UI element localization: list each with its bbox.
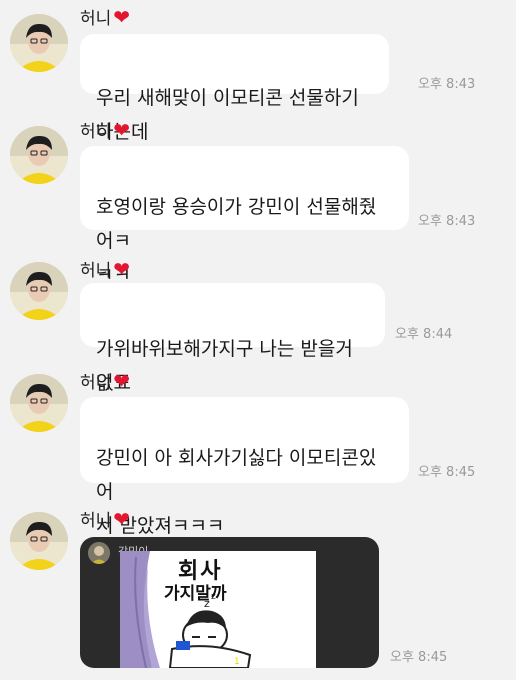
avatar-image (10, 262, 68, 320)
sender-name-text: 허니 (80, 9, 112, 29)
heart-icon: ❤ (113, 117, 131, 142)
sender-name: 허니 ❤ (80, 4, 131, 30)
message-time: 오후 8:43 (418, 77, 476, 92)
sticker-illustration: z z (120, 551, 316, 668)
sender-name-text: 허니 (80, 122, 112, 142)
heart-icon: ❤ (113, 506, 131, 531)
avatar-image (10, 374, 68, 432)
sender-name: 허니 ❤ (80, 368, 131, 394)
message-text: 우리 새해맞이 이모티콘 선물하기하는데 (96, 87, 359, 143)
sender-avatar[interactable] (10, 374, 68, 432)
message-text: 강민이 아 회사가기싫다 이모티콘있어 서 받았져ㅋㅋㅋ (96, 447, 377, 537)
sender-avatar[interactable] (10, 126, 68, 184)
message-time: 오후 8:43 (418, 214, 476, 229)
message-bubble[interactable]: 우리 새해맞이 이모티콘 선물하기하는데 (80, 34, 389, 143)
message-time: 오후 8:45 (390, 650, 448, 665)
sender-name-text: 허니 (80, 373, 112, 393)
sender-name-text: 허니 (80, 261, 112, 281)
page-indicator: 1 (234, 657, 240, 667)
sender-avatar[interactable] (10, 512, 68, 570)
message-text: 가위바위보해가지구 나는 받을거없됴 (96, 338, 353, 394)
sender-name: 허니 ❤ (80, 256, 131, 282)
avatar-image (10, 126, 68, 184)
sender-name: 허니 ❤ (80, 506, 131, 532)
message-bubble[interactable]: 강민이 아 회사가기싫다 이모티콘있어 서 받았져ㅋㅋㅋ (80, 397, 409, 537)
heart-icon: ❤ (113, 4, 131, 29)
emoticon-message[interactable]: 강민이 z z 회사 가지말까 1 (80, 537, 379, 668)
sender-avatar[interactable] (10, 262, 68, 320)
sender-name-text: 허니 (80, 511, 112, 531)
sender-avatar[interactable] (10, 14, 68, 72)
message-bubble[interactable]: 가위바위보해가지구 나는 받을거없됴 (80, 283, 385, 394)
sender-name: 허니 ❤ (80, 117, 131, 143)
heart-icon: ❤ (113, 256, 131, 281)
avatar-image (10, 14, 68, 72)
message-time: 오후 8:45 (418, 465, 476, 480)
message-text: 호영이랑 용승이가 강민이 선물해줬어ㅋ ㅋㅋ (96, 196, 377, 286)
message-time: 오후 8:44 (395, 327, 453, 342)
message-bubble[interactable]: 호영이랑 용승이가 강민이 선물해줬어ㅋ ㅋㅋ (80, 146, 409, 286)
avatar-image (10, 512, 68, 570)
heart-icon: ❤ (113, 368, 131, 393)
sticker-caption-line2: 가지말까 (164, 584, 227, 604)
